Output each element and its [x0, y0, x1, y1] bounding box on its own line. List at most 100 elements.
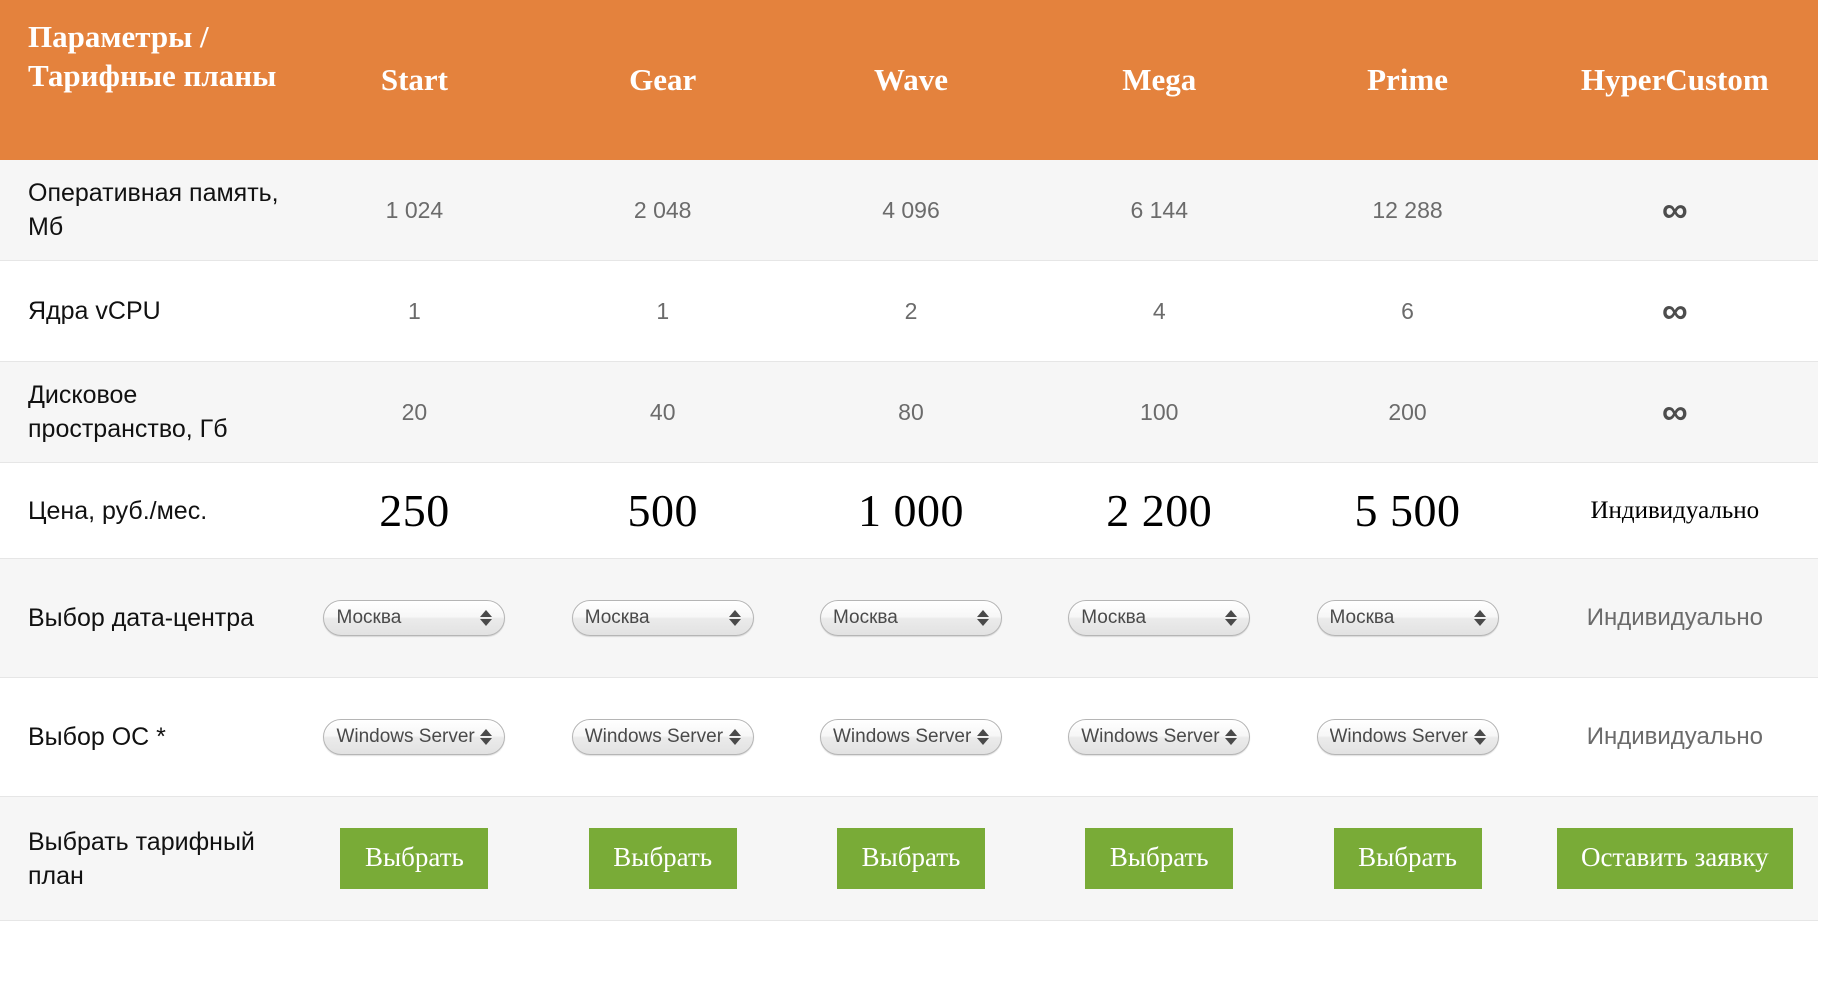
value-text: 2 048 [633, 196, 692, 223]
cell-price-hypercustom: Индивидуально [1531, 462, 1818, 559]
price-individual-text: Индивидуально [1590, 496, 1760, 524]
value-text: 20 [401, 398, 428, 425]
os-select-gear[interactable]: Windows Server [571, 719, 754, 755]
choose-button-prime[interactable]: Выбрать [1333, 828, 1482, 889]
cell-price-wave: 1 000 [786, 462, 1036, 559]
cell-disk-mega: 100 [1035, 361, 1284, 463]
chevron-updown-icon [476, 610, 496, 626]
cell-datacenter-hypercustom: Индивидуально [1531, 558, 1818, 678]
cell-partial-mega [1035, 921, 1283, 946]
value-text: 4 [1152, 297, 1166, 324]
cell-ram-gear: 2 048 [538, 160, 787, 261]
cell-action-start: Выбрать [290, 796, 539, 921]
individual-text: Индивидуально [1586, 604, 1763, 631]
cell-vcpu-gear: 1 [538, 260, 787, 362]
choose-button-mega[interactable]: Выбрать [1085, 828, 1234, 889]
header-plan-mega: Mega [1035, 0, 1284, 160]
cell-datacenter-start: Москва [290, 558, 539, 678]
cell-os-start: Windows Server [290, 677, 539, 797]
cell-ram-hypercustom: ∞ [1531, 160, 1818, 261]
cell-ram-start: 1 024 [290, 160, 539, 261]
value-text: 40 [649, 398, 676, 425]
os-select-wave[interactable]: Windows Server [819, 719, 1002, 755]
select-value: Москва [584, 607, 650, 628]
cell-os-wave: Windows Server [786, 677, 1036, 797]
chevron-updown-icon [1470, 729, 1490, 745]
chevron-updown-icon [1221, 729, 1241, 745]
cell-partial-start [290, 921, 538, 946]
cell-ram-mega: 6 144 [1035, 160, 1284, 261]
select-value: Windows Server [336, 726, 475, 747]
row-label-ram: Оперативная память, Мб [0, 160, 291, 261]
select-value: Москва [832, 607, 898, 628]
chevron-updown-icon [1221, 610, 1241, 626]
price-value: 250 [379, 485, 450, 536]
cell-partial-wave [787, 921, 1035, 946]
cell-partial-prime [1283, 921, 1531, 946]
select-value: Windows Server [832, 726, 972, 747]
cell-os-prime: Windows Server [1283, 677, 1532, 797]
cell-vcpu-prime: 6 [1283, 260, 1532, 362]
cell-vcpu-start: 1 [290, 260, 539, 362]
table-row-choose-plan: Выбрать тарифный план Выбрать Выбрать Вы… [0, 796, 1818, 921]
choose-button-gear[interactable]: Выбрать [588, 828, 737, 889]
choose-button-wave[interactable]: Выбрать [836, 828, 985, 889]
select-value: Windows Server [1329, 726, 1468, 747]
cell-partial-gear [539, 921, 787, 946]
value-text: 1 [408, 297, 421, 324]
chevron-updown-icon [725, 610, 745, 626]
select-value: Москва [1081, 607, 1147, 628]
row-label-datacenter: Выбор дата-центра [0, 558, 291, 678]
cell-datacenter-wave: Москва [786, 558, 1036, 678]
header-plan-wave: Wave [786, 0, 1036, 160]
chevron-updown-icon [973, 610, 993, 626]
choose-button-start[interactable]: Выбрать [340, 828, 489, 889]
value-text: 2 [904, 297, 918, 324]
cell-os-hypercustom: Индивидуально [1531, 677, 1818, 797]
os-select-mega[interactable]: Windows Server [1068, 719, 1251, 755]
header-parameters: Параметры / Тарифные планы [0, 0, 291, 160]
table-row-os: Выбор ОС * Windows Server Windows Server… [0, 677, 1818, 797]
datacenter-select-gear[interactable]: Москва [571, 600, 754, 636]
cell-os-mega: Windows Server [1035, 677, 1284, 797]
cell-ram-prime: 12 288 [1283, 160, 1532, 261]
request-quote-button[interactable]: Оставить заявку [1556, 828, 1793, 889]
header-plan-hypercustom: HyperCustom [1531, 0, 1818, 160]
os-select-start[interactable]: Windows Server [323, 719, 506, 755]
datacenter-select-mega[interactable]: Москва [1068, 600, 1251, 636]
value-text: 6 [1401, 297, 1414, 324]
header-plan-start: Start [290, 0, 539, 160]
select-value: Windows Server [584, 726, 724, 747]
cell-action-gear: Выбрать [538, 796, 787, 921]
price-value: 5 500 [1354, 485, 1461, 536]
header-plan-gear: Gear [538, 0, 787, 160]
row-label-choose-plan: Выбрать тарифный план [0, 796, 291, 921]
cell-price-gear: 500 [538, 462, 787, 559]
select-value: Windows Server [1081, 726, 1220, 747]
pricing-comparison-table: Параметры / Тарифные планы Start Gear Wa… [0, 0, 1818, 945]
cell-disk-wave: 80 [786, 361, 1036, 463]
infinity-icon: ∞ [1661, 391, 1688, 432]
datacenter-select-start[interactable]: Москва [323, 600, 506, 636]
cell-disk-start: 20 [290, 361, 539, 463]
header-row: Параметры / Тарифные планы Start Gear Wa… [0, 0, 1818, 160]
select-value: Москва [336, 607, 402, 628]
value-text: 200 [1388, 398, 1427, 425]
chevron-updown-icon [725, 729, 745, 745]
value-text: 1 024 [385, 196, 444, 223]
table-row-ram: Оперативная память, Мб 1 024 2 048 4 096… [0, 160, 1818, 261]
price-value: 2 200 [1106, 485, 1213, 536]
cell-vcpu-wave: 2 [786, 260, 1036, 362]
chevron-updown-icon [1470, 610, 1490, 626]
datacenter-select-wave[interactable]: Москва [819, 600, 1002, 636]
table-row-price: Цена, руб./мес. 250 500 1 000 2 200 5 50… [0, 462, 1818, 559]
cell-datacenter-mega: Москва [1035, 558, 1284, 678]
datacenter-select-prime[interactable]: Москва [1316, 600, 1499, 636]
cell-price-prime: 5 500 [1283, 462, 1532, 559]
cell-disk-hypercustom: ∞ [1531, 361, 1818, 463]
os-select-prime[interactable]: Windows Server [1316, 719, 1499, 755]
cell-action-mega: Выбрать [1035, 796, 1284, 921]
cell-datacenter-prime: Москва [1283, 558, 1532, 678]
chevron-updown-icon [476, 729, 496, 745]
value-text: 4 096 [882, 196, 940, 223]
